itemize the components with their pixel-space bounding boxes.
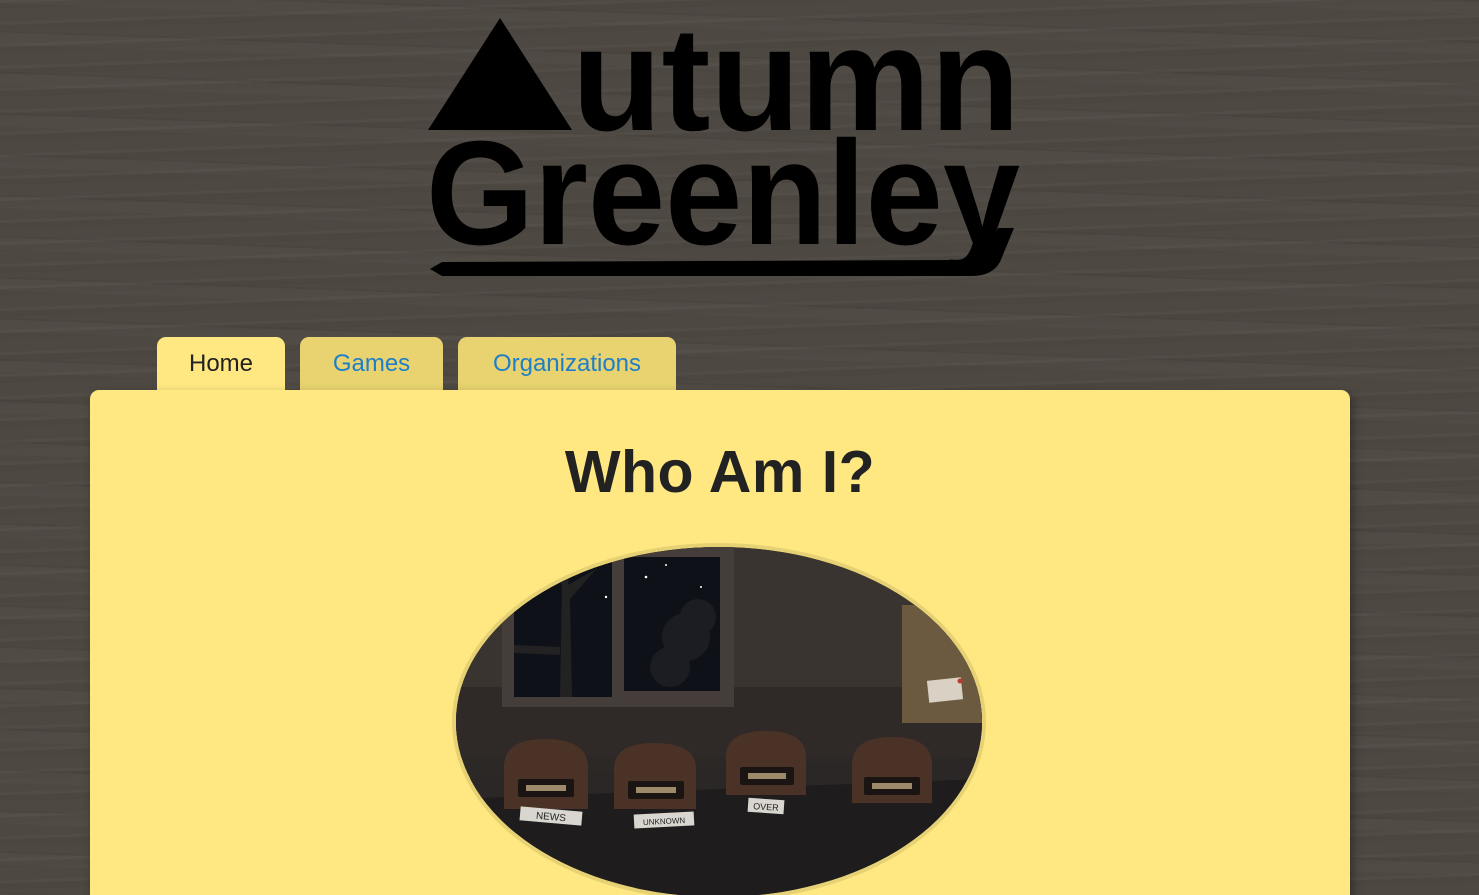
svg-text:OVER: OVER	[753, 801, 780, 813]
logo-graphic: utumn Greenley	[426, 14, 1020, 276]
radio-4	[852, 737, 932, 803]
radio-room-illustration: NEWS UNKNOWN OVER	[456, 547, 982, 895]
content-panel: Who Am I? NEWS UNKNOWN OVER	[90, 390, 1350, 895]
hero-image: NEWS UNKNOWN OVER	[456, 547, 982, 895]
site-logo[interactable]: utumn Greenley	[424, 14, 1024, 282]
tab-games[interactable]: Games	[300, 337, 443, 391]
logo-line-2: Greenley	[426, 111, 1020, 276]
cork-board	[902, 605, 982, 723]
tab-organizations[interactable]: Organizations	[458, 337, 676, 391]
page-title: Who Am I?	[564, 439, 876, 505]
tab-home[interactable]: Home	[157, 337, 285, 391]
